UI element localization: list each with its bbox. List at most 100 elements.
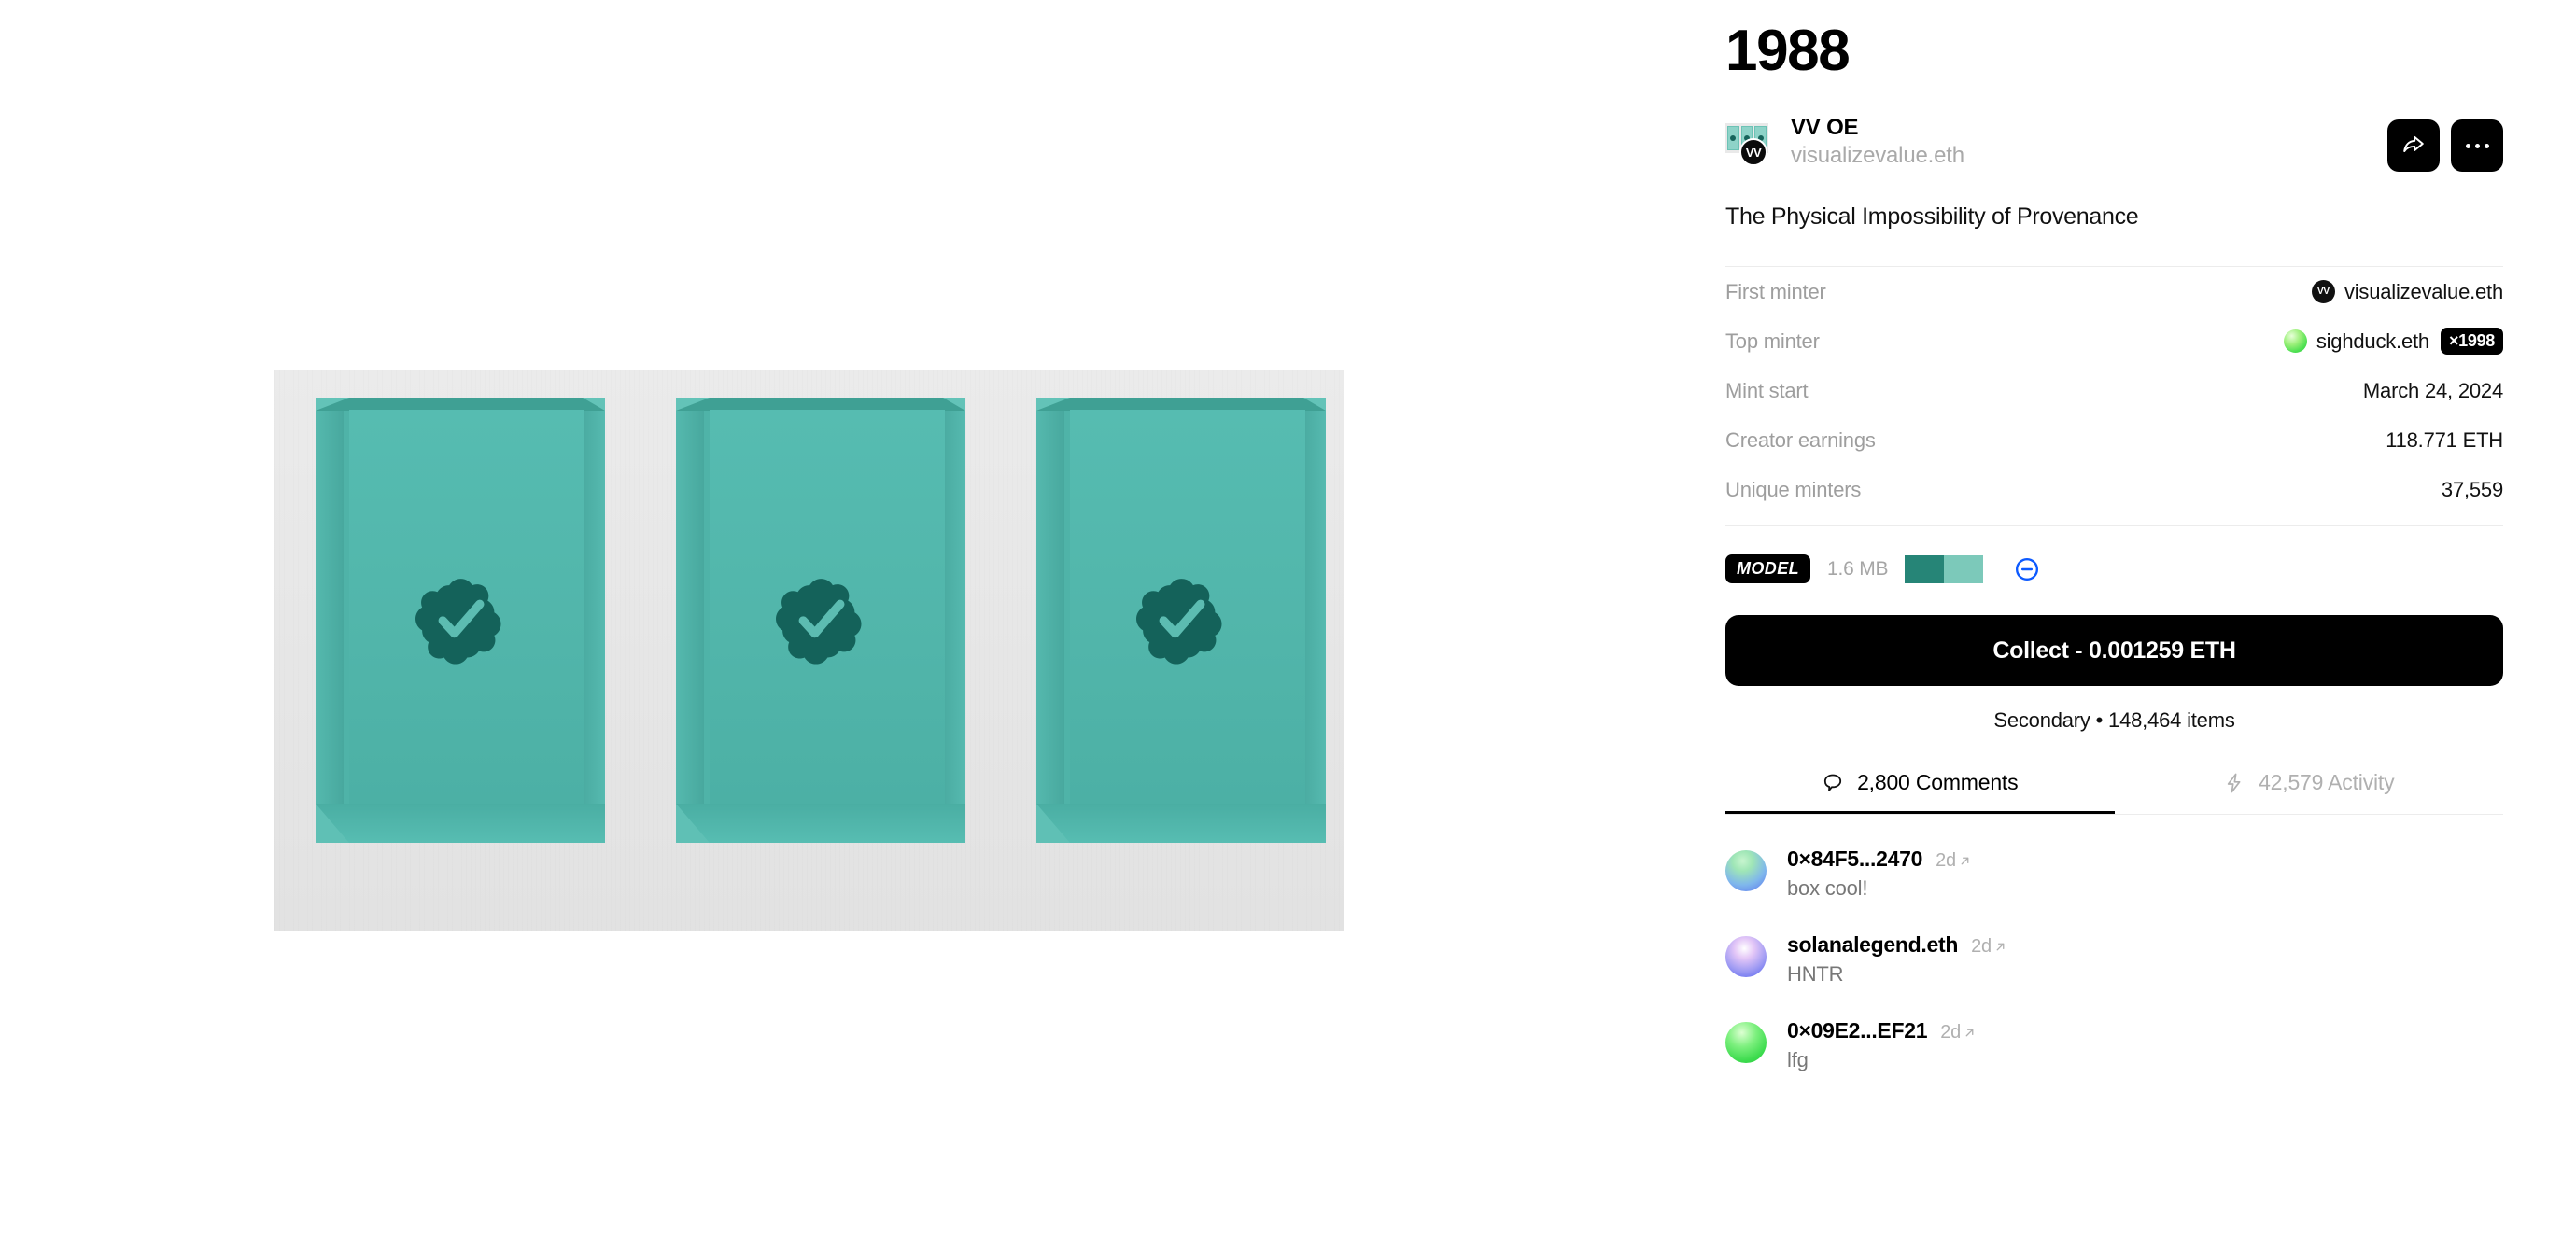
comment-header: solanalegend.eth 2d xyxy=(1787,932,2006,958)
box-wall-bottom xyxy=(1036,804,1326,843)
box-bevel-bottom-left xyxy=(316,804,349,843)
artwork-boxes-row xyxy=(274,370,1344,931)
metadata-key: First minter xyxy=(1725,279,1826,303)
tab-comments[interactable]: 2,800 Comments xyxy=(1725,770,2115,814)
artwork-caption: The Physical Impossibility of Provenance xyxy=(1725,203,2139,230)
comment-item[interactable]: 0×84F5...2470 2d box cool! xyxy=(1725,847,2503,901)
comment-avatar xyxy=(1725,936,1767,977)
page-title: 1988 xyxy=(1725,19,1851,83)
metadata-table: First minter VV visualizevalue.eth Top m… xyxy=(1725,266,2503,514)
model-info-row: MODEL 1.6 MB xyxy=(1725,525,2503,591)
verified-check-icon xyxy=(415,578,501,665)
box-bevel-top-right xyxy=(583,398,605,411)
thumb-box-1 xyxy=(1727,126,1739,150)
action-buttons xyxy=(2387,119,2503,172)
box-bevel-top-right xyxy=(943,398,965,411)
tab-activity[interactable]: 42,579 Activity xyxy=(2115,770,2504,814)
tabs: 2,800 Comments 42,579 Activity xyxy=(1725,770,2503,815)
box-wall-top xyxy=(316,398,605,411)
box-wall-left xyxy=(1036,398,1064,843)
creator-text: VV OE visualizevalue.eth xyxy=(1791,114,1964,170)
comment-avatar xyxy=(1725,850,1767,891)
more-options-button[interactable] xyxy=(2451,119,2503,172)
token-detail-page: 1988 VV VV OE visualizevalue.eth The Phy… xyxy=(0,0,2576,1246)
share-icon xyxy=(2403,135,2424,153)
model-tag-badge: MODEL xyxy=(1725,554,1810,583)
creator-row[interactable]: VV VV OE visualizevalue.eth xyxy=(1725,114,2503,172)
collect-button[interactable]: Collect - 0.001259 ETH xyxy=(1725,615,2503,686)
external-link-arrow-icon xyxy=(1996,943,2005,951)
comment-avatar xyxy=(1725,1022,1767,1063)
comment-header: 0×09E2...EF21 2d xyxy=(1787,1018,1976,1043)
comment-text: lfg xyxy=(1787,1048,1809,1071)
first-minter-avatar: VV xyxy=(2311,280,2335,303)
file-size-label: 1.6 MB xyxy=(1827,557,1889,580)
metadata-row-first-minter: First minter VV visualizevalue.eth xyxy=(1725,267,2503,316)
creator-ens: visualizevalue.eth xyxy=(1791,143,1964,168)
swatch-light-teal xyxy=(1944,554,1984,583)
metadata-value[interactable]: sighduck.eth ×1998 xyxy=(2283,328,2503,355)
comment-header: 0×84F5...2470 2d xyxy=(1787,847,1971,872)
lightning-bolt-icon xyxy=(2227,773,2241,792)
box-wall-left xyxy=(676,398,704,843)
remove-button[interactable] xyxy=(2015,557,2039,581)
circle-minus-icon xyxy=(2016,557,2039,581)
share-button[interactable] xyxy=(2387,119,2440,172)
comment-time-value: 2d xyxy=(1971,936,1992,957)
artwork-box-3 xyxy=(1036,398,1326,843)
metadata-row-mint-start: Mint start March 24, 2024 xyxy=(1725,366,2503,415)
comment-body: 0×09E2...EF21 2d lfg xyxy=(1787,1018,1976,1072)
box-wall-bottom xyxy=(676,804,965,843)
metadata-value: 37,559 xyxy=(2441,477,2503,501)
box-bevel-top-right xyxy=(1303,398,1326,411)
top-minter-avatar xyxy=(2283,329,2307,353)
top-minter-count-badge: ×1998 xyxy=(2440,328,2503,355)
comment-timestamp[interactable]: 2d xyxy=(1971,936,2006,958)
metadata-value: March 24, 2024 xyxy=(2362,378,2503,402)
comment-body: 0×84F5...2470 2d box cool! xyxy=(1787,847,1971,901)
comment-item[interactable]: 0×09E2...EF21 2d lfg xyxy=(1725,1018,2503,1072)
metadata-value: 118.771 ETH xyxy=(2386,427,2503,452)
artwork-box-1 xyxy=(316,398,605,843)
creator-avatar-badge: VV xyxy=(1739,138,1767,166)
artwork-canvas[interactable] xyxy=(274,370,1344,931)
metadata-row-creator-earnings: Creator earnings 118.771 ETH xyxy=(1725,415,2503,465)
comments-list: 0×84F5...2470 2d box cool! solanalegend.… xyxy=(1725,847,2503,1072)
comment-username[interactable]: 0×09E2...EF21 xyxy=(1787,1018,1927,1043)
box-wall-bottom xyxy=(316,804,605,843)
color-swatches xyxy=(1905,554,1984,583)
tab-comments-label: 2,800 Comments xyxy=(1857,770,2019,794)
comment-item[interactable]: solanalegend.eth 2d HNTR xyxy=(1725,932,2503,987)
metadata-key: Mint start xyxy=(1725,378,1809,402)
comment-timestamp[interactable]: 2d xyxy=(1936,850,1971,872)
artwork-box-2 xyxy=(676,398,965,843)
comment-username[interactable]: solanalegend.eth xyxy=(1787,932,1958,958)
comment-bubble-icon xyxy=(1823,774,1842,791)
comment-timestamp[interactable]: 2d xyxy=(1940,1022,1976,1043)
tab-activity-label: 42,579 Activity xyxy=(2259,770,2395,794)
swatch-dark-teal xyxy=(1905,554,1945,583)
box-wall-top xyxy=(676,398,965,411)
first-minter-name: visualizevalue.eth xyxy=(2344,279,2503,303)
metadata-row-unique-minters: Unique minters 37,559 xyxy=(1725,465,2503,514)
comment-time-value: 2d xyxy=(1940,1022,1962,1043)
verified-check-icon xyxy=(1136,578,1222,665)
metadata-key: Top minter xyxy=(1725,329,1820,353)
comment-body: solanalegend.eth 2d HNTR xyxy=(1787,932,2006,987)
external-link-arrow-icon xyxy=(1961,857,1969,865)
top-minter-name: sighduck.eth xyxy=(2316,329,2429,353)
collection-avatar[interactable]: VV xyxy=(1725,118,1772,166)
external-link-arrow-icon xyxy=(1965,1029,1974,1037)
box-wall-left xyxy=(316,398,344,843)
detail-pane: 1988 VV VV OE visualizevalue.eth The Phy… xyxy=(1703,0,2576,1246)
secondary-market-line[interactable]: Secondary • 148,464 items xyxy=(1725,708,2503,733)
box-bevel-top-left xyxy=(1036,398,1070,411)
metadata-row-top-minter: Top minter sighduck.eth ×1998 xyxy=(1725,316,2503,366)
metadata-value[interactable]: VV visualizevalue.eth xyxy=(2311,279,2503,304)
ellipsis-icon xyxy=(2465,143,2489,148)
comment-username[interactable]: 0×84F5...2470 xyxy=(1787,847,1922,872)
comment-text: box cool! xyxy=(1787,876,1868,900)
creator-name: VV OE xyxy=(1791,115,1859,140)
comment-text: HNTR xyxy=(1787,962,1844,986)
metadata-key: Unique minters xyxy=(1725,477,1862,501)
